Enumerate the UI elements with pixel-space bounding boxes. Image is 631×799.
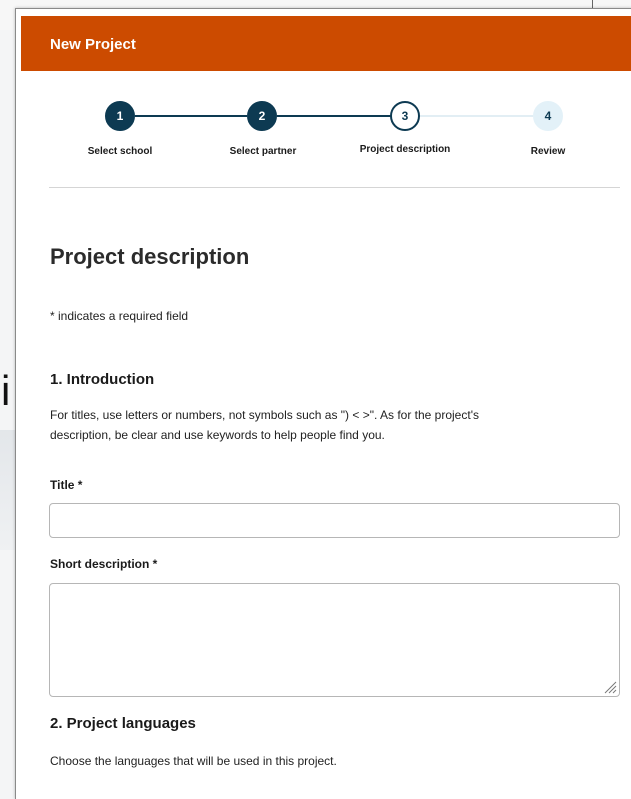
step-3-label: Project description <box>359 144 451 155</box>
introduction-help-line-1: For titles, use letters or numbers, not … <box>50 408 479 422</box>
step-connector-1-2 <box>135 115 247 117</box>
step-2-circle[interactable]: 2 <box>247 101 277 131</box>
short-description-label: Short description * <box>50 557 158 571</box>
title-label: Title * <box>50 478 83 492</box>
introduction-help-text: For titles, use letters or numbers, not … <box>50 405 610 445</box>
step-2-label: Select partner <box>229 146 297 157</box>
page-title: Project description <box>50 244 250 269</box>
section-introduction-heading: 1. Introduction <box>50 371 155 388</box>
step-connector-3-4 <box>419 115 533 117</box>
progress-stepper: 1 2 3 4 Select school Select partner Pro… <box>0 0 631 200</box>
step-connector-2-3 <box>277 115 391 117</box>
step-1-label: Select school <box>87 146 153 157</box>
step-4-label: Review <box>530 146 566 157</box>
short-description-textarea[interactable] <box>49 583 620 697</box>
section-languages-heading: 2. Project languages <box>50 715 196 732</box>
languages-help-text: Choose the languages that will be used i… <box>50 754 337 768</box>
introduction-help-line-2: description, be clear and use keywords t… <box>50 428 385 442</box>
required-field-note: * indicates a required field <box>50 309 189 323</box>
step-4-circle: 4 <box>533 101 563 131</box>
stepper-divider <box>49 187 620 188</box>
resize-grip-icon[interactable] <box>603 680 617 694</box>
step-1-circle[interactable]: 1 <box>105 101 135 131</box>
step-3-circle[interactable]: 3 <box>390 101 420 131</box>
title-input[interactable] <box>49 503 620 538</box>
background-text: i <box>1 367 11 414</box>
